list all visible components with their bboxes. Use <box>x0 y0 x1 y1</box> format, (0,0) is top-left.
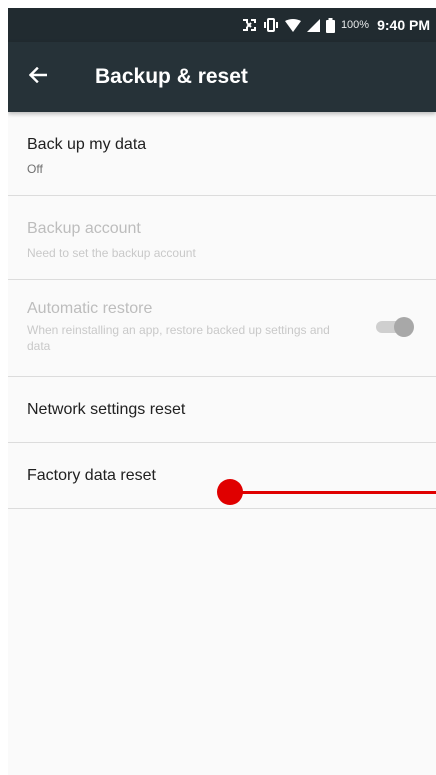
page-title: Backup & reset <box>95 65 248 88</box>
arrow-back-icon <box>28 66 48 88</box>
setting-network-settings-reset[interactable]: Network settings reset <box>8 377 436 443</box>
back-button[interactable] <box>20 59 56 95</box>
annotation-pointer-line <box>230 491 436 494</box>
setting-summary: When reinstalling an app, restore backed… <box>27 323 330 353</box>
setting-title: Backup account <box>27 220 141 237</box>
setting-title: Back up my data <box>27 136 147 153</box>
setting-title: Factory data reset <box>27 467 156 484</box>
annotation-marker-dot <box>217 479 243 505</box>
vibrate-icon <box>263 18 279 32</box>
setting-summary: Need to set the backup account <box>27 246 196 260</box>
automatic-restore-toggle <box>376 317 414 337</box>
setting-summary: Off <box>27 162 43 176</box>
wifi-icon <box>284 18 301 32</box>
nfc-icon <box>241 18 257 32</box>
app-bar: Backup & reset <box>8 42 436 112</box>
settings-screen: 100% 9:40 PM Backup & reset Back up my d… <box>8 8 436 775</box>
signal-icon <box>306 18 320 32</box>
settings-list: Back up my data Off Backup account Need … <box>8 112 436 509</box>
battery-percent: 100% <box>340 19 370 31</box>
toggle-thumb <box>394 317 414 337</box>
battery-icon <box>325 17 335 33</box>
setting-back-up-my-data[interactable]: Back up my data Off <box>8 112 436 196</box>
setting-title: Automatic restore <box>27 300 153 317</box>
status-icons: 100% 9:40 PM <box>241 8 430 42</box>
setting-automatic-restore: Automatic restore When reinstalling an a… <box>8 280 436 377</box>
status-bar: 100% 9:40 PM <box>8 8 436 42</box>
setting-title: Network settings reset <box>27 401 186 418</box>
setting-backup-account: Backup account Need to set the backup ac… <box>8 196 436 280</box>
status-time: 9:40 PM <box>377 17 430 33</box>
